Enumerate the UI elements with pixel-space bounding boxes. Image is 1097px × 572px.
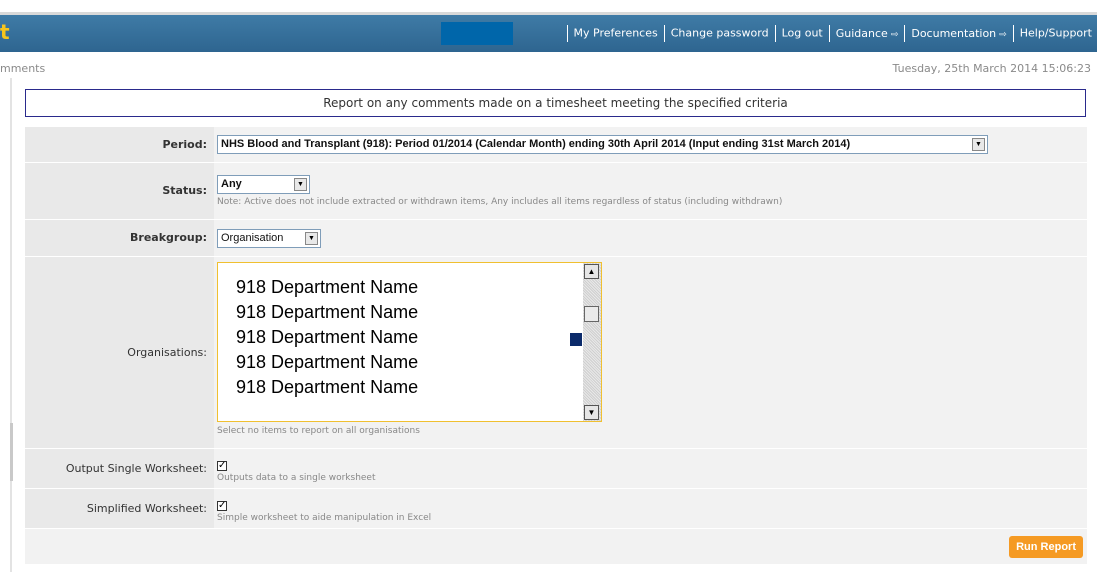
header-links: My Preferences Change password Log out Guid… — [561, 25, 1092, 42]
scroll-up-icon[interactable]: ▲ — [584, 263, 599, 279]
organisations-label: Organisations: — [25, 256, 214, 449]
breadcrumb: mments — [0, 62, 46, 75]
status-cell: Any ▼ Note: Active does not include extr… — [214, 162, 1087, 220]
change-password-label: Change password — [670, 26, 769, 40]
current-datetime: Tuesday, 25th March 2014 15:06:23 — [892, 62, 1091, 75]
breakgroup-selected-value: Organisation — [221, 231, 284, 244]
output-single-row: Output Single Worksheet: ✓ Outputs data … — [25, 448, 1087, 489]
period-select[interactable]: NHS Blood and Transplant (918): Period 0… — [217, 135, 988, 155]
output-single-label: Output Single Worksheet: — [25, 448, 214, 489]
period-label: Period: — [25, 127, 214, 163]
chevron-down-icon[interactable]: ▼ — [294, 178, 307, 191]
actions-cell: Run Report — [25, 528, 1087, 565]
breakgroup-row: Breakgroup: Organisation ▼ — [25, 219, 1087, 257]
scroll-down-icon[interactable]: ▼ — [584, 404, 599, 420]
list-item[interactable]: 918 Department Name — [236, 325, 418, 350]
my-preferences-link[interactable]: My Preferences — [574, 27, 658, 40]
status-selected-value: Any — [221, 178, 242, 190]
guidance-label: Guidance — [835, 26, 888, 40]
chevron-down-icon[interactable]: ▼ — [305, 231, 318, 245]
list-item[interactable]: 918 Department Name — [236, 375, 418, 400]
help-support-link[interactable]: Help/Support — [1020, 27, 1092, 40]
top-band — [0, 0, 1097, 12]
period-cell: NHS Blood and Transplant (918): Period 0… — [214, 127, 1087, 163]
list-item[interactable]: 918 Department Name — [236, 350, 418, 375]
organisations-cell: 918 Department Name 918 Department Name … — [214, 256, 1087, 449]
report-criteria-form: Period: NHS Blood and Transplant (918): … — [25, 127, 1087, 565]
period-row: Period: NHS Blood and Transplant (918): … — [25, 127, 1087, 163]
help-support-label: Help/Support — [1019, 26, 1092, 40]
breakgroup-label: Breakgroup: — [25, 219, 214, 257]
log-out-link[interactable]: Log out — [782, 27, 823, 40]
my-preferences-label: My Preferences — [573, 26, 658, 40]
change-password-link[interactable]: Change password — [671, 27, 769, 40]
output-single-checkbox[interactable]: ✓ — [217, 461, 227, 471]
breakgroup-select[interactable]: Organisation ▼ — [217, 228, 321, 248]
documentation-label: Documentation — [911, 26, 997, 40]
log-out-label: Log out — [781, 26, 823, 40]
organisations-note: Select no items to report on all organis… — [217, 425, 420, 436]
organisations-row: Organisations: 918 Department Name 918 D… — [25, 256, 1087, 449]
documentation-link[interactable]: Documentation ⇨ — [911, 27, 1006, 40]
output-single-note: Outputs data to a single worksheet — [217, 473, 376, 483]
status-label: Status: — [25, 162, 214, 220]
sub-bar: mments Tuesday, 25th March 2014 15:06:23 — [0, 58, 1097, 76]
link-separator — [1012, 25, 1014, 42]
run-report-button[interactable]: Run Report — [1009, 535, 1083, 558]
link-separator — [904, 25, 906, 42]
actions-row: Run Report — [25, 528, 1087, 565]
organisations-list: 918 Department Name 918 Department Name … — [236, 275, 418, 400]
brand-logo-fragment: t — [0, 20, 10, 44]
scrollbar-thumb[interactable] — [584, 305, 599, 322]
external-link-icon: ⇨ — [890, 29, 899, 40]
organisations-listbox[interactable]: 918 Department Name 918 Department Name … — [217, 261, 602, 422]
link-separator — [774, 25, 776, 42]
period-selected-value: NHS Blood and Transplant (918): Period 0… — [221, 138, 851, 151]
breakgroup-cell: Organisation ▼ — [214, 219, 1087, 257]
link-separator — [828, 25, 830, 42]
link-separator — [566, 25, 568, 42]
report-description: Report on any comments made on a timeshe… — [25, 89, 1086, 117]
simplified-note: Simple worksheet to aide manipulation in… — [217, 513, 432, 523]
list-item[interactable]: 918 Department Name — [236, 275, 418, 300]
simplified-row: Simplified Worksheet: ✓ Simple worksheet… — [25, 488, 1087, 529]
external-link-icon: ⇨ — [999, 29, 1007, 40]
link-separator — [663, 25, 665, 42]
status-note: Note: Active does not include extracted … — [217, 197, 783, 207]
simplified-label: Simplified Worksheet: — [25, 488, 214, 529]
header-bar: t My Preferences Change password Log out Gu… — [0, 12, 1097, 52]
selection-marker — [570, 332, 582, 346]
status-select[interactable]: Any ▼ — [217, 175, 310, 194]
status-row: Status: Any ▼ Note: Active does not incl… — [25, 162, 1087, 220]
user-name-block — [441, 22, 513, 45]
simplified-checkbox[interactable]: ✓ — [217, 501, 227, 511]
simplified-cell: ✓ Simple worksheet to aide manipulation … — [214, 488, 1087, 529]
left-gutter-line — [10, 78, 12, 572]
output-single-cell: ✓ Outputs data to a single worksheet — [214, 448, 1087, 489]
list-item[interactable]: 918 Department Name — [236, 300, 418, 325]
guidance-link[interactable]: Guidance ⇨ — [836, 27, 899, 40]
chevron-down-icon[interactable]: ▼ — [972, 138, 985, 152]
listbox-scrollbar[interactable]: ▲ ▼ — [583, 262, 601, 421]
left-gutter-marker — [10, 423, 13, 481]
